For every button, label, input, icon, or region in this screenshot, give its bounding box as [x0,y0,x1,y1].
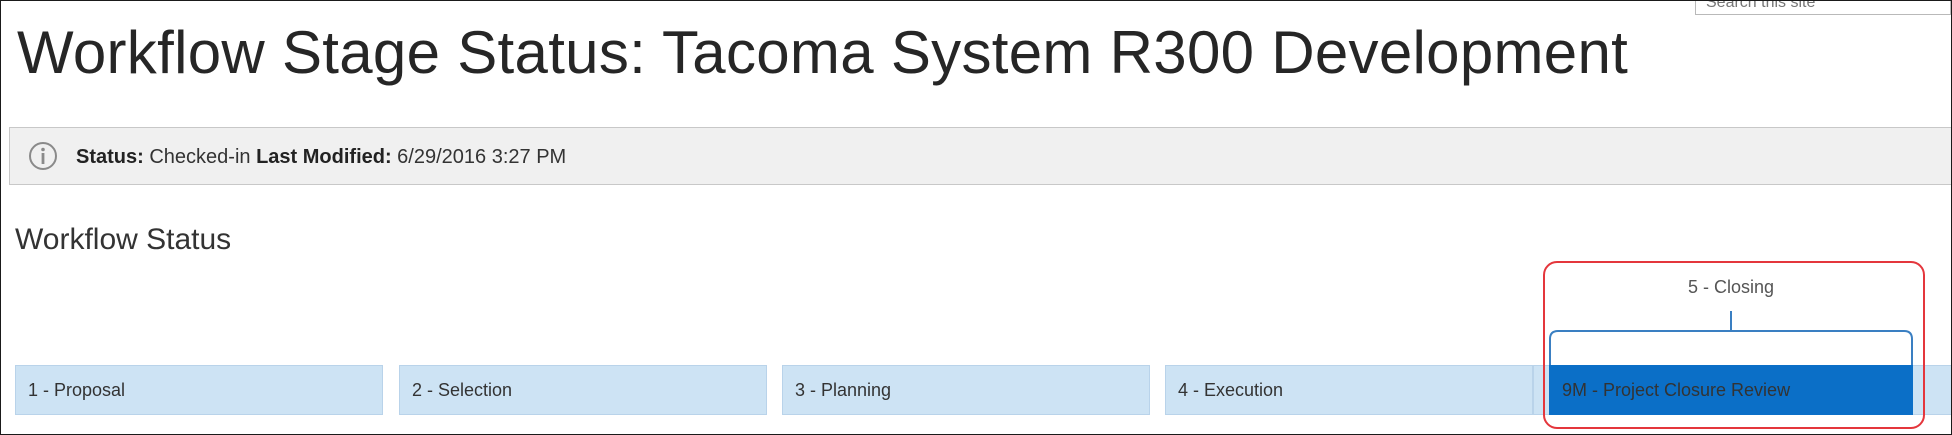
stage-connector [1533,365,1549,415]
page-title: Workflow Stage Status: Tacoma System R30… [17,19,1629,86]
stage-label: 1 - Proposal [28,380,126,400]
info-icon [29,142,57,170]
stage-execution[interactable]: 4 - Execution [1165,365,1533,415]
screenshot-frame: Workflow Stage Status: Tacoma System R30… [0,0,1952,435]
stage-label: 3 - Planning [795,380,892,400]
status-label: Status: [76,146,144,168]
stage-label: 4 - Execution [1178,380,1284,400]
stage-group-label: 5 - Closing [1687,277,1775,297]
search-input[interactable] [1696,1,1950,14]
search-box[interactable] [1695,1,1951,15]
stage-overflow [1913,365,1951,415]
status-text: Status: Checked-in Last Modified: 6/29/2… [76,145,566,169]
stage-selection[interactable]: 2 - Selection [399,365,767,415]
last-modified-value: 6/29/2016 3:27 PM [391,146,567,168]
stage-group-bracket [1549,311,1913,367]
stage-label: 9M - Project Closure Review [1562,380,1791,400]
status-value: Checked-in [143,146,257,168]
workflow-stages: 1 - Proposal 2 - Selection 3 - Planning … [15,365,1951,417]
stage-label: 2 - Selection [412,380,513,400]
status-bar: Status: Checked-in Last Modified: 6/29/2… [9,127,1951,185]
stage-planning[interactable]: 3 - Planning [782,365,1150,415]
stage-proposal[interactable]: 1 - Proposal [15,365,383,415]
stage-project-closure-review[interactable]: 9M - Project Closure Review [1549,365,1913,415]
workflow-status-heading: Workflow Status [15,223,232,256]
last-modified-label: Last Modified: [256,146,392,168]
